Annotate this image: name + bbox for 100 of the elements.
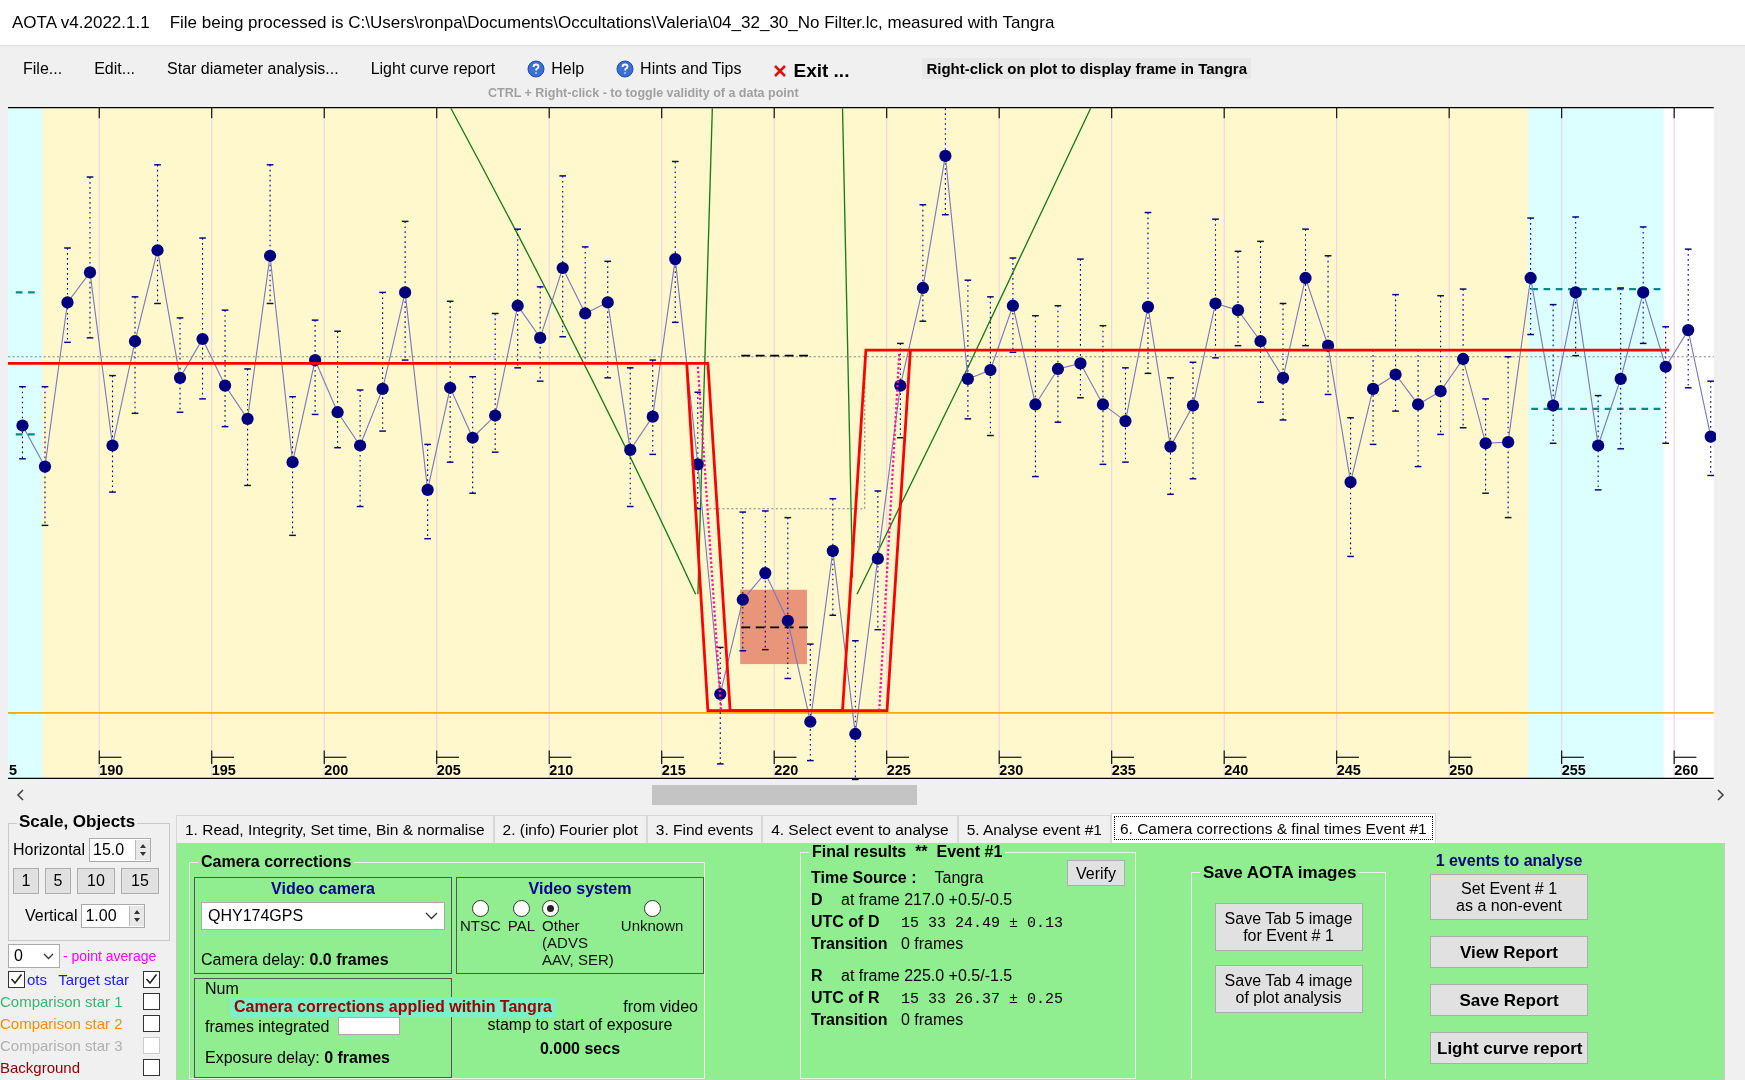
help-icon: [616, 60, 635, 78]
radio-label: Unknown: [620, 917, 684, 934]
scroll-left-icon[interactable]: [16, 789, 26, 801]
save-image-button[interactable]: Save Tab 5 image for Event # 1: [1214, 903, 1363, 951]
axis-tick-label: 230: [999, 762, 1024, 778]
integration-label: Num: [205, 981, 240, 997]
frames-input[interactable]: [337, 1017, 400, 1035]
tab[interactable]: 6. Camera corrections & final times Event #1: [1110, 813, 1436, 843]
menu-item[interactable]: Edit...: [85, 56, 145, 82]
axis-tick-label: 215: [661, 762, 686, 778]
axis-tick-label: 205: [436, 762, 461, 778]
axis-tick-label: 225: [886, 762, 911, 778]
object-checkbox[interactable]: [143, 992, 160, 1010]
file-info: File being processed is C:\Users\ronpa\Documents\Occultations\Valeria\04_32_30_No Filter.lc, measured with Tangra: [169, 12, 1055, 33]
integration-label: frames integrated: [205, 1019, 330, 1035]
menu-item[interactable]: File...: [14, 56, 72, 82]
axis-tick-label: 200: [324, 762, 349, 778]
object-label: Target star: [58, 970, 129, 988]
event-label: R: [811, 967, 824, 985]
axis-tick-label: 210: [549, 762, 574, 778]
axis-tick-label: 220: [774, 762, 799, 778]
save-image-button[interactable]: Save Tab 4 image of plot analysis: [1214, 965, 1363, 1013]
non-event-button[interactable]: Set Event # 1 as a non-event: [1430, 874, 1588, 920]
offset-text: stamp to start of exposure: [487, 1016, 673, 1034]
horizontal-spin-field[interactable]: 15.0: [89, 838, 152, 862]
plots-label: ots: [27, 970, 47, 988]
transition-value: 0 frames: [901, 1011, 964, 1029]
object-label: Comparison star 2: [0, 1014, 123, 1032]
events-count: 1 events to analyse: [1435, 852, 1583, 870]
chevron-down-icon: [43, 952, 54, 960]
box-title: Video system: [527, 880, 633, 898]
utc-value: 15 33 26.37 ± 0.25: [901, 991, 1064, 1008]
report-button[interactable]: Save Report: [1430, 984, 1588, 1016]
tab[interactable]: 2. (info) Fourier plot: [493, 815, 647, 843]
radio-button[interactable]: [542, 900, 560, 917]
menu-item[interactable]: Hints and Tips: [607, 56, 751, 82]
object-label: Comparison star 1: [0, 992, 123, 1010]
vertical-label: Vertical: [25, 907, 78, 925]
time-source-value: Tangra: [934, 869, 984, 887]
axis-tick-label: 235: [1111, 762, 1136, 778]
chevron-down-icon: [425, 912, 438, 920]
transition-label: Transition: [811, 935, 889, 953]
scrollbar-thumb[interactable]: [652, 785, 917, 805]
scale-button[interactable]: 15: [121, 868, 159, 894]
axis-tick-label: 195: [211, 762, 236, 778]
utc-label: UTC of D: [811, 913, 881, 931]
axis-tick-label: 245: [1336, 762, 1361, 778]
object-label: Background: [0, 1058, 81, 1076]
object-checkbox[interactable]: [143, 1014, 160, 1032]
report-button[interactable]: Light curve report: [1430, 1032, 1588, 1064]
radio-button[interactable]: [512, 900, 530, 917]
utc-label: UTC of R: [811, 989, 881, 1007]
axis-tick-label: 255: [1561, 762, 1586, 778]
scale-button[interactable]: 5: [45, 868, 71, 894]
vertical-spin-field[interactable]: 1.00: [81, 904, 146, 928]
spin-arrows-icon[interactable]: [129, 906, 145, 926]
transition-label: Transition: [811, 1011, 889, 1029]
menu-item[interactable]: Help: [518, 56, 594, 82]
object-checkbox[interactable]: [143, 1058, 160, 1076]
tab[interactable]: 4. Select event to analyse: [762, 815, 958, 843]
box-title: Video camera: [270, 880, 376, 898]
offset-text: from video: [623, 998, 698, 1016]
radio-label: Other (ADVS AAV, SER): [542, 917, 614, 968]
radio-label: NTSC: [460, 917, 501, 934]
group-title: Save AOTA images: [1200, 863, 1360, 883]
axis-tick-label: 260: [1674, 762, 1699, 778]
scale-button[interactable]: 1: [13, 868, 39, 894]
event-frame: at frame 225.0 +0.5/-1.5: [841, 967, 1013, 985]
axis-tick-label: 250: [1449, 762, 1474, 778]
time-source-label: Time Source :: [811, 869, 917, 887]
radio-button[interactable]: [643, 900, 661, 917]
average-label: - point average: [63, 948, 157, 964]
menu-item[interactable]: Light curve report: [361, 56, 505, 82]
tab[interactable]: 5. Analyse event #1: [957, 815, 1111, 843]
plot-subhint: CTRL + Right-click - to toggle validity of a data point: [488, 86, 799, 100]
tab[interactable]: 3. Find events: [646, 815, 763, 843]
average-dropdown[interactable]: 0: [8, 944, 60, 968]
radio-button[interactable]: [471, 900, 489, 917]
plots-checkbox[interactable]: [8, 970, 25, 988]
horizontal-label: Horizontal: [13, 841, 86, 859]
event-label: D: [811, 891, 824, 909]
object-checkbox[interactable]: [143, 970, 160, 988]
offset-value: 0.000 secs: [539, 1040, 621, 1058]
scale-button[interactable]: 10: [77, 868, 115, 894]
scroll-right-icon[interactable]: [1715, 789, 1725, 801]
tooltip: Camera corrections applied within Tangra: [230, 997, 556, 1017]
camera-delay-text: Camera delay: 0.0 frames: [201, 951, 390, 969]
axis-tick-label: 5: [9, 762, 18, 778]
verify-button[interactable]: Verify: [1067, 860, 1125, 886]
camera-dropdown[interactable]: QHY174GPS: [201, 902, 445, 930]
group-title: Scale, Objects: [17, 812, 138, 832]
axis-tick-label: 240: [1224, 762, 1249, 778]
report-button[interactable]: View Report: [1430, 936, 1588, 968]
exit-menu-item[interactable]: Exit ...: [764, 56, 859, 86]
tab[interactable]: 1. Read, Integrity, Set time, Bin & normalise: [176, 815, 494, 843]
app-title: AOTA v4.2022.1.1: [12, 12, 150, 33]
spin-arrows-icon[interactable]: [135, 840, 151, 860]
utc-value: 15 33 24.49 ± 0.13: [901, 915, 1064, 932]
menu-item[interactable]: Star diameter analysis...: [158, 56, 348, 82]
radio-label: PAL: [507, 917, 536, 934]
